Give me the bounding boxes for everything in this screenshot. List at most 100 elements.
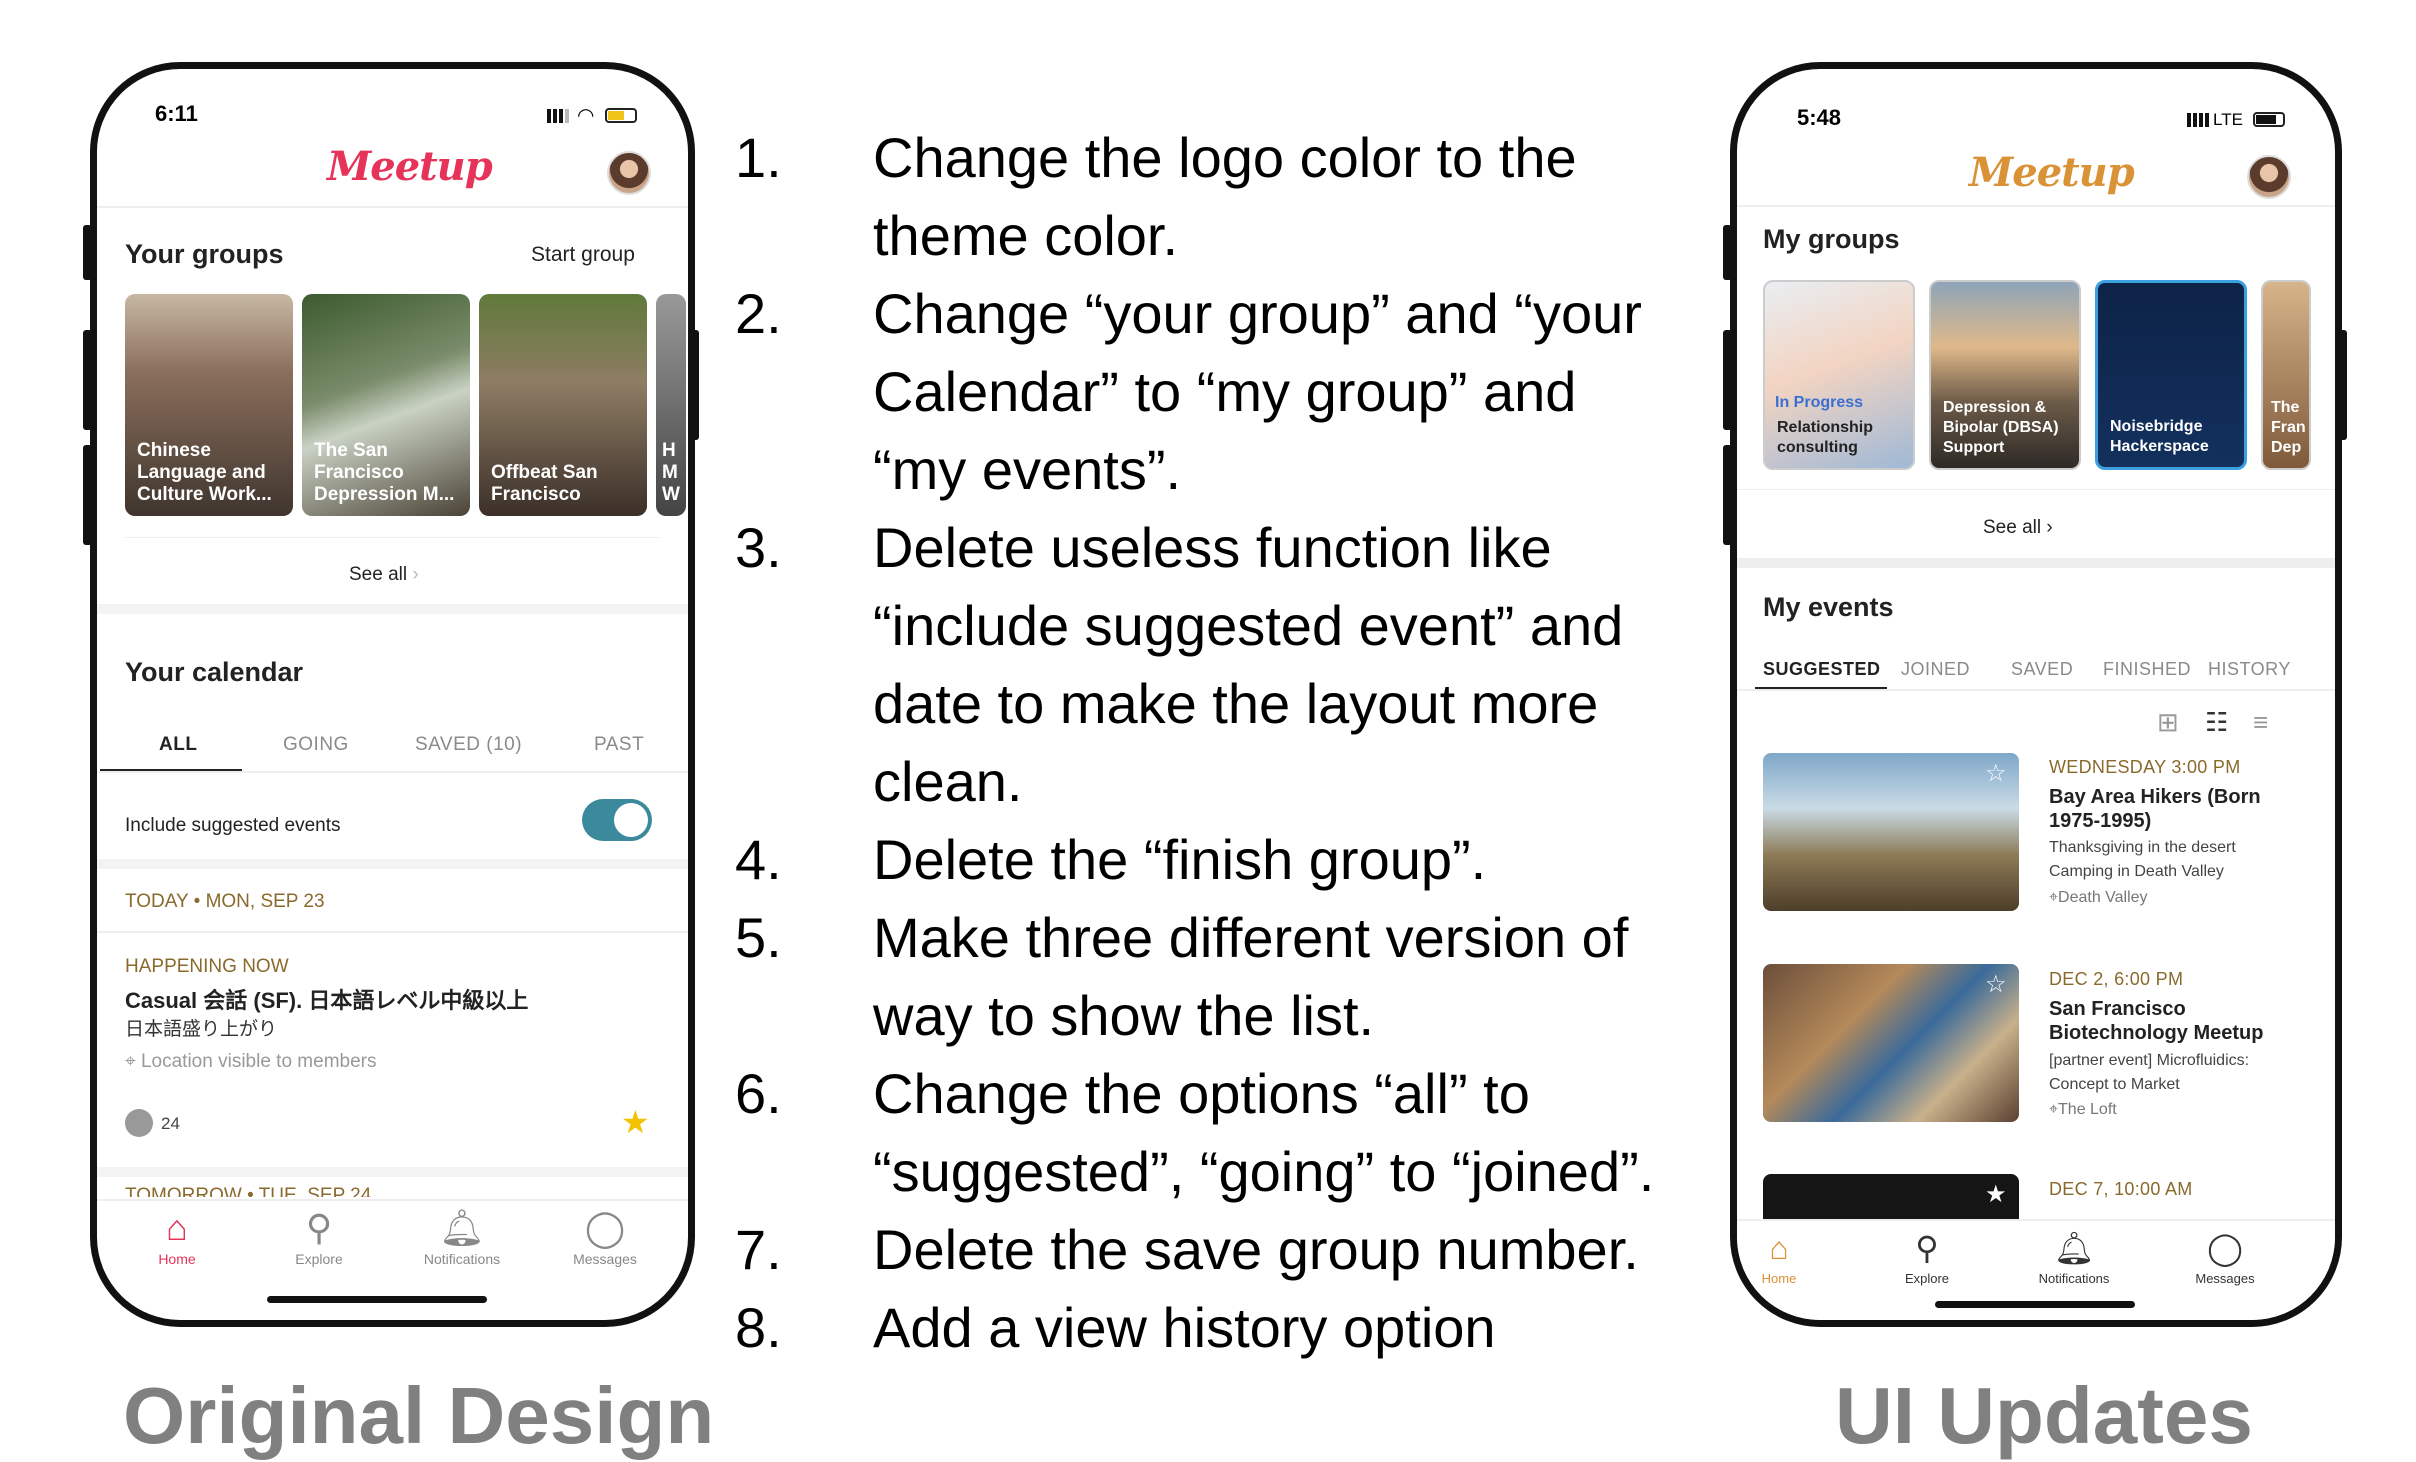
instruction-number: 3. (735, 516, 782, 579)
group-card-label: The San Francisco Depression M... (314, 440, 455, 505)
instruction-text: Delete the “finish group”. (873, 828, 1487, 891)
happening-now-label: HAPPENING NOW (125, 956, 289, 977)
event-title[interactable]: Casual 会話 (SF). 日本語レベル中級以上 (125, 983, 528, 1015)
home-indicator (267, 1296, 487, 1303)
see-all-link[interactable]: See all › (349, 564, 419, 586)
event-location-text: The Loft (2058, 1101, 2117, 1118)
home-indicator (1935, 1301, 2135, 1308)
ui-updates-caption: UI Updates (1835, 1371, 2253, 1460)
chat-icon: ◯ (2207, 1230, 2243, 1266)
start-group-link[interactable]: Start group (531, 243, 635, 267)
group-card[interactable]: The Fran Dep (2261, 280, 2311, 470)
attendee-count: 24 (161, 1114, 180, 1133)
event-image[interactable]: ★ (1763, 1174, 2019, 1220)
event-image[interactable]: ☆ (1763, 964, 2019, 1122)
nav-explore-label: Explore (295, 1251, 343, 1267)
section-gap (97, 604, 688, 614)
instruction-item: 3. Delete useless function like “include … (735, 509, 1675, 821)
instruction-number: 4. (735, 828, 782, 891)
network-label: LTE (2213, 110, 2243, 129)
meetup-logo[interactable]: Meetup (1969, 149, 2135, 196)
group-card-label: Offbeat San Francisco (491, 462, 598, 505)
nav-messages-label: Messages (2195, 1271, 2255, 1286)
star-icon[interactable]: ★ (621, 1103, 650, 1141)
attendee-avatar (125, 1109, 153, 1137)
nav-home[interactable]: ⌂ Home (117, 1207, 237, 1268)
tab-finished[interactable]: FINISHED (2103, 659, 2191, 680)
toggle-knob (614, 803, 648, 837)
tab-going[interactable]: GOING (283, 734, 349, 756)
nav-home-label: Home (1761, 1271, 1797, 1286)
grid-view-icon[interactable]: ⊞ (2157, 707, 2179, 738)
meetup-logo[interactable]: Meetup (327, 143, 493, 190)
group-card[interactable]: Noisebridge Hackerspace (2095, 280, 2247, 470)
instruction-item: 7. Delete the save group number. (735, 1211, 1675, 1289)
ui-updates-phone: 5:48 LTE Meetup My groups In Progress Re… (1730, 62, 2342, 1327)
group-card[interactable]: Offbeat San Francisco (479, 294, 647, 516)
event-location: ⌖ Location visible to members (125, 1051, 376, 1073)
tab-joined[interactable]: JOINED (1901, 659, 1970, 680)
instruction-number: 8. (735, 1296, 782, 1359)
instruction-item: 8. Add a view history option (735, 1289, 1675, 1367)
avatar[interactable] (2247, 155, 2291, 199)
event-location: ⌖The Loft (2049, 1101, 2117, 1119)
event-title[interactable]: San Francisco Biotechnology Meetup (2049, 997, 2263, 1045)
nav-explore[interactable]: ⚲ Explore (1867, 1229, 1987, 1286)
avatar[interactable] (607, 151, 651, 195)
tab-past[interactable]: PAST (594, 734, 644, 756)
nav-home-label: Home (158, 1251, 196, 1267)
nav-messages-label: Messages (573, 1251, 637, 1267)
today-header: TODAY • MON, SEP 23 (125, 891, 325, 912)
instruction-text: Change the options “all” to “suggested”,… (873, 1062, 1655, 1203)
event-subtitle: 日本語盛り上がり (125, 1019, 278, 1040)
nav-notifications[interactable]: 🔔︎ Notifications (402, 1209, 522, 1268)
chevron-right-icon: › (412, 564, 419, 585)
your-groups-title: Your groups (125, 239, 284, 269)
instruction-number: 1. (735, 126, 782, 189)
nav-notifications[interactable]: 🔔︎ Notifications (2014, 1229, 2134, 1286)
group-card[interactable]: The San Francisco Depression M... (302, 294, 470, 516)
nav-messages[interactable]: ◯ Messages (545, 1209, 665, 1268)
compact-list-view-icon[interactable]: ≡ (2253, 707, 2268, 738)
instruction-text: Change “your group” and “your Calendar” … (873, 282, 1642, 501)
group-card[interactable]: Depression & Bipolar (DBSA) Support (1929, 280, 2081, 470)
event-image[interactable]: ☆ (1763, 753, 2019, 911)
event-description: [partner event] Microfluidics: Concept t… (2049, 1052, 2250, 1093)
tab-all[interactable]: ALL (159, 734, 197, 756)
tab-saved[interactable]: SAVED (10) (415, 734, 522, 756)
nav-messages[interactable]: ◯ Messages (2165, 1229, 2285, 1286)
include-suggested-toggle[interactable] (582, 799, 652, 841)
bell-icon: 🔔︎ (2053, 1230, 2095, 1266)
tomorrow-header: TOMORROW • TUE, SEP 24 (125, 1185, 372, 1197)
see-all-label: See all (349, 564, 408, 585)
tab-saved[interactable]: SAVED (2011, 659, 2073, 680)
tab-history[interactable]: HISTORY (2208, 659, 2291, 680)
event-title[interactable]: Bay Area Hikers (Born 1975-1995) (2049, 785, 2261, 833)
tab-suggested[interactable]: SUGGESTED (1763, 659, 1881, 680)
group-card-label: Relationship consulting (1777, 419, 1874, 456)
battery-icon (2253, 112, 2285, 127)
battery-icon (605, 108, 637, 123)
star-icon[interactable]: ★ (1985, 1180, 2007, 1209)
status-icons: LTE (2187, 109, 2297, 129)
home-icon: ⌂ (166, 1207, 188, 1248)
group-card[interactable]: In Progress Relationship consulting (1763, 280, 1915, 470)
updated-screen: 5:48 LTE Meetup My groups In Progress Re… (1737, 69, 2335, 1320)
list-thumb-view-icon[interactable]: ☷ (2205, 707, 2228, 738)
star-icon[interactable]: ☆ (1985, 759, 2007, 788)
instruction-item: 1. Change the logo color to the theme col… (735, 119, 1675, 275)
see-all-link[interactable]: See all › (1983, 517, 2053, 539)
nav-explore-label: Explore (1904, 1271, 1950, 1286)
status-icons: ◠ (547, 105, 647, 127)
nav-home[interactable]: ⌂ Home (1737, 1229, 1839, 1286)
section-gap (97, 859, 688, 869)
group-card[interactable]: H M W (656, 294, 686, 516)
signal-icon (2187, 113, 2209, 127)
my-groups-title: My groups (1763, 224, 1900, 254)
nav-explore[interactable]: ⚲ Explore (259, 1209, 379, 1268)
group-card[interactable]: Chinese Language and Culture Work... (125, 294, 293, 516)
group-card-label: Noisebridge Hackerspace (2110, 418, 2209, 455)
tab-divider (1737, 689, 2335, 691)
star-icon[interactable]: ☆ (1985, 970, 2007, 999)
in-progress-badge: In Progress (1775, 394, 1864, 411)
